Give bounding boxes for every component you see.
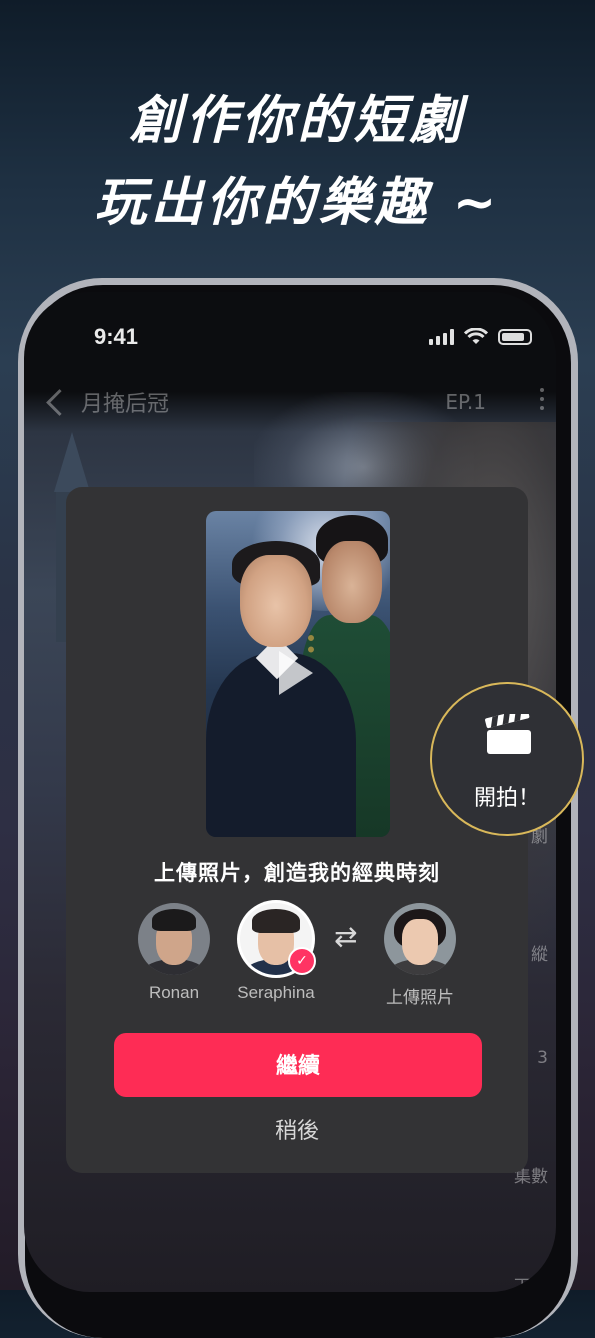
player-topbar: 月掩后冠 EP.1 [44,384,556,420]
selected-check-icon: ✓ [288,947,316,975]
create-dialog: 上傳照片，創造我的經典時刻 ✓ ⇄ Ronan Seraphina 上傳照片 繼… [66,487,528,1173]
avatar-label-upload: 上傳照片 [386,988,454,1007]
signal-icon [429,328,454,345]
avatar-label-ronan: Ronan [148,983,200,1002]
continue-button[interactable]: 繼續 [114,1033,482,1097]
side-count: 3 [537,1048,548,1068]
back-chevron-icon[interactable] [46,388,73,416]
avatar-label-seraphina: Seraphina [237,983,315,1002]
wifi-icon [464,328,488,344]
side-label-download[interactable]: 下載 [514,1272,548,1292]
preview-video-thumbnail[interactable] [206,511,390,837]
start-shooting-label: 開拍！ [473,786,540,811]
clapperboard-icon [485,714,531,754]
more-vertical-icon[interactable] [540,388,544,410]
later-button[interactable]: 稍後 [66,1113,528,1145]
side-label-vertical[interactable]: 縱 [531,940,548,965]
episode-label: EP.1 [445,390,486,414]
status-icons [429,328,532,345]
status-time: 9:41 [94,324,139,349]
swap-arrows-icon: ⇄ [334,920,358,953]
dialog-title: 上傳照片，創造我的經典時刻 [154,861,440,885]
avatar-upload-photo[interactable] [384,903,456,975]
battery-icon [498,328,532,345]
headline-line-1: 創作你的短劇 [129,91,466,151]
show-title: 月掩后冠 [81,392,170,417]
headline-line-2: 玩出你的樂趣 ~ [94,173,501,233]
start-shooting-badge[interactable]: 開拍！ [430,682,584,836]
avatar-ronan[interactable] [138,903,210,975]
play-icon[interactable] [279,651,313,695]
